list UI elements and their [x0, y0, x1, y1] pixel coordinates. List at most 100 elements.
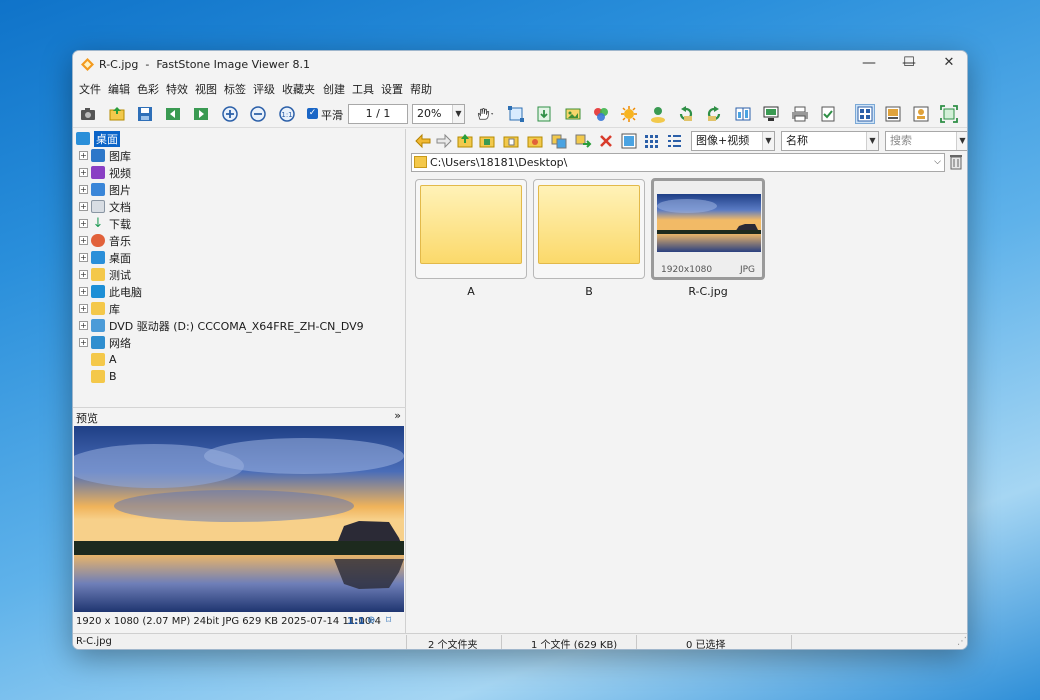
effects-icon[interactable] — [619, 104, 639, 124]
previous-image-icon[interactable] — [163, 104, 183, 124]
select-all-icon[interactable] — [619, 131, 639, 151]
close-button[interactable]: ✕ — [929, 51, 967, 77]
chevron-down-icon[interactable]: ⌵ — [934, 154, 941, 171]
filmstrip-mode-icon[interactable] — [883, 104, 903, 124]
expand-icon[interactable]: + — [79, 185, 88, 194]
user-profile-icon[interactable] — [648, 104, 668, 124]
search-input[interactable]: 搜索 ▼ — [885, 131, 967, 151]
tree-item-downloads[interactable]: + ↓ 下载 — [79, 215, 131, 232]
tree-item-desktop-root[interactable]: 桌面 — [76, 130, 120, 147]
chevron-down-icon[interactable]: ▼ — [956, 132, 967, 150]
browser-mode-icon[interactable] — [855, 104, 875, 124]
path-field[interactable]: C:\Users\18181\Desktop\ ⌵ — [411, 153, 945, 172]
menu-view[interactable]: 视图 — [195, 81, 217, 97]
move-icon[interactable] — [573, 131, 593, 151]
expand-icon[interactable]: + — [79, 202, 88, 211]
title-bar[interactable]: R-C.jpg - FastStone Image Viewer 8.1 — — [73, 51, 967, 77]
camera-icon[interactable] — [78, 104, 98, 124]
expand-icon[interactable]: + — [79, 236, 88, 245]
thumbnail-view-icon[interactable] — [641, 131, 661, 151]
thumbnail-folder-b[interactable] — [533, 179, 645, 279]
save-icon[interactable] — [135, 104, 155, 124]
rotate-left-icon[interactable] — [676, 104, 696, 124]
tree-item-pictures[interactable]: + 图片 — [79, 181, 131, 198]
copy-icon[interactable] — [549, 131, 569, 151]
open-folder-icon[interactable] — [107, 104, 127, 124]
fullscreen-preview-icon[interactable]: ⌑ — [386, 615, 391, 626]
menu-settings[interactable]: 设置 — [381, 81, 403, 97]
minimize-button[interactable]: — — [849, 51, 889, 77]
actual-size-icon[interactable]: 1:1 — [277, 104, 297, 124]
menu-color[interactable]: 色彩 — [137, 81, 159, 97]
wallpaper-icon[interactable] — [761, 104, 781, 124]
rotate-right-icon[interactable] — [704, 104, 724, 124]
expand-icon[interactable]: + — [79, 270, 88, 279]
expand-icon[interactable]: + — [79, 168, 88, 177]
resize-icon[interactable] — [506, 104, 526, 124]
zoom-in-icon[interactable] — [220, 104, 240, 124]
expand-icon[interactable]: + — [79, 304, 88, 313]
menu-file[interactable]: 文件 — [79, 81, 101, 97]
forward-icon[interactable] — [434, 131, 454, 151]
view-mode-select[interactable]: 图像+视频 ▼ — [691, 131, 775, 151]
slideshow-icon[interactable] — [563, 104, 583, 124]
tree-item-test[interactable]: + 测试 — [79, 266, 131, 283]
collapse-preview-icon[interactable]: » — [394, 409, 401, 422]
next-image-icon[interactable] — [191, 104, 211, 124]
expand-icon[interactable]: + — [79, 219, 88, 228]
tree-item-this-pc[interactable]: + 此电脑 — [79, 283, 142, 300]
menu-effects[interactable]: 特效 — [166, 81, 188, 97]
chevron-down-icon[interactable]: ▼ — [866, 132, 878, 150]
thumbnail-image-rc[interactable]: 1920x1080 JPG — [651, 178, 765, 280]
compare-icon[interactable] — [733, 104, 753, 124]
tree-item-network[interactable]: + 网络 — [79, 334, 131, 351]
copy-to-folder-icon[interactable] — [501, 131, 521, 151]
tree-item-folder-a[interactable]: A — [91, 351, 117, 368]
zoom-select[interactable]: 20% ▼ — [412, 104, 465, 124]
expand-icon[interactable]: + — [79, 338, 88, 347]
fullscreen-icon[interactable] — [939, 104, 959, 124]
chevron-down-icon[interactable]: ▼ — [452, 105, 464, 123]
expand-icon[interactable]: + — [79, 253, 88, 262]
expand-icon[interactable]: + — [79, 287, 88, 296]
color-correction-icon[interactable] — [591, 104, 611, 124]
recycle-bin-icon[interactable] — [949, 154, 963, 170]
export-icon[interactable] — [534, 104, 554, 124]
actual-size-button[interactable]: 1:1 — [347, 616, 365, 627]
resize-grip-icon[interactable]: ⋰ — [957, 636, 967, 647]
chevron-down-icon[interactable]: ▼ — [762, 132, 774, 150]
parent-folder-icon[interactable] — [455, 131, 475, 151]
tree-item-gallery[interactable]: + 图库 — [79, 147, 131, 164]
menu-create[interactable]: 创建 — [323, 81, 345, 97]
back-icon[interactable] — [413, 131, 433, 151]
single-image-mode-icon[interactable] — [911, 104, 931, 124]
tree-item-documents[interactable]: + 文档 — [79, 198, 131, 215]
new-folder-icon[interactable] — [477, 131, 497, 151]
smooth-checkbox[interactable]: ✓ — [307, 108, 318, 119]
move-to-folder-icon[interactable] — [525, 131, 545, 151]
page-field[interactable]: 1 / 1 — [348, 104, 408, 124]
zoom-out-icon[interactable] — [248, 104, 268, 124]
details-view-icon[interactable] — [664, 131, 684, 151]
expand-icon[interactable]: + — [79, 151, 88, 160]
menu-tools[interactable]: 工具 — [352, 81, 374, 97]
expand-icon[interactable]: + — [79, 321, 88, 330]
tree-item-music[interactable]: + 音乐 — [79, 232, 131, 249]
tree-item-videos[interactable]: + 视频 — [79, 164, 131, 181]
print-icon[interactable] — [790, 104, 810, 124]
menu-edit[interactable]: 编辑 — [108, 81, 130, 97]
fit-window-icon[interactable]: ⊕ — [367, 615, 375, 626]
thumbnail-folder-a[interactable] — [415, 179, 527, 279]
menu-favorites[interactable]: 收藏夹 — [282, 81, 315, 97]
menu-help[interactable]: 帮助 — [410, 81, 432, 97]
delete-icon[interactable] — [596, 131, 616, 151]
tree-item-dvd-drive[interactable]: + DVD 驱动器 (D:) CCCOMA_X64FRE_ZH-CN_DV9 — [79, 317, 364, 334]
sort-select[interactable]: 名称 ▼ — [781, 131, 879, 151]
maximize-button[interactable]: ☐ — [889, 51, 929, 77]
menu-rating[interactable]: 评级 — [253, 81, 275, 97]
tree-item-library[interactable]: + 库 — [79, 300, 120, 317]
menu-tags[interactable]: 标签 — [224, 81, 246, 97]
tree-item-folder-b[interactable]: B — [91, 368, 117, 385]
hand-tool-icon[interactable] — [471, 104, 499, 124]
tree-item-desktop[interactable]: + 桌面 — [79, 249, 131, 266]
